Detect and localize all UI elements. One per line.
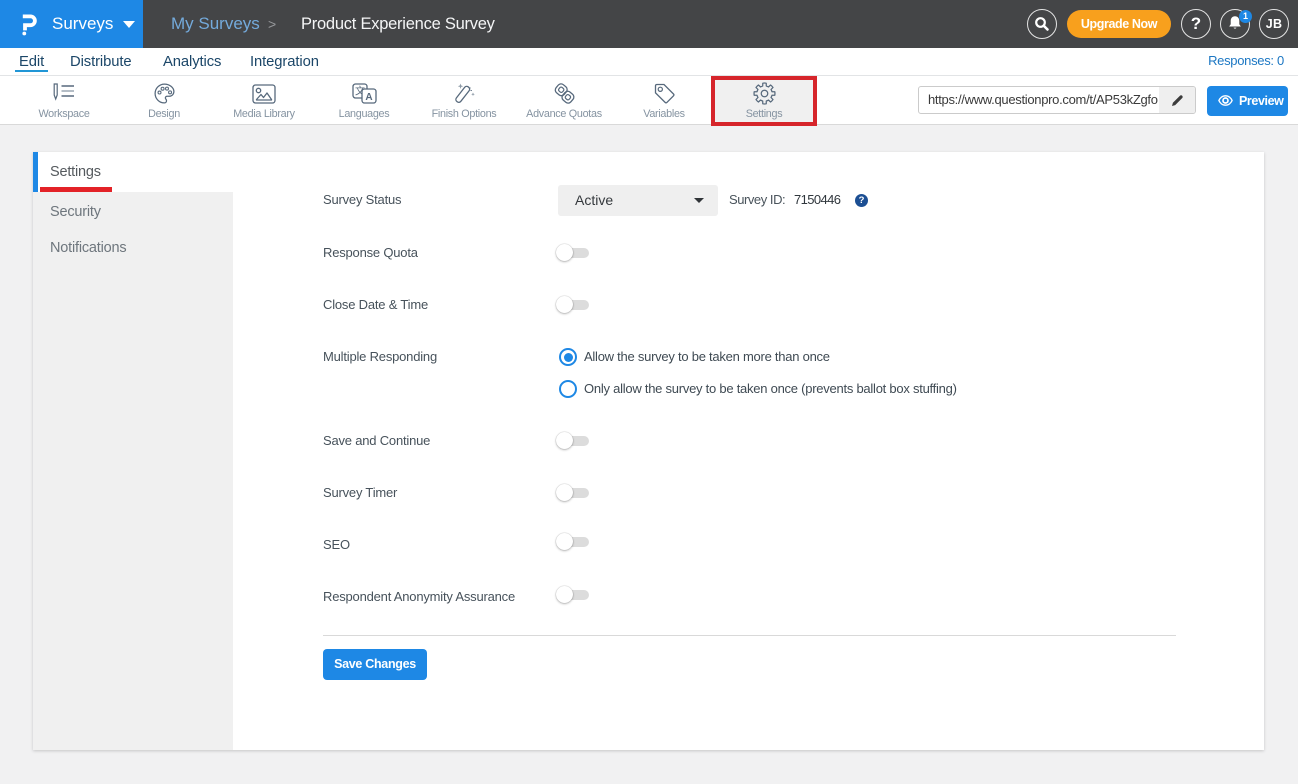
svg-text:A: A — [365, 92, 372, 103]
